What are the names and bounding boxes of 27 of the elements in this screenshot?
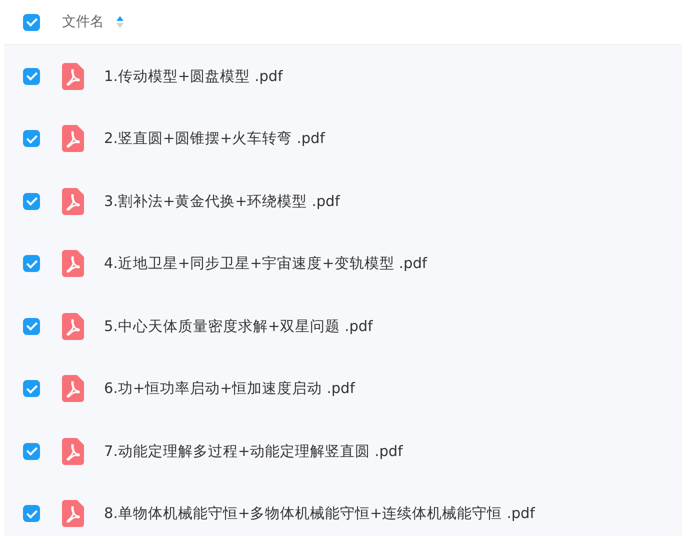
pdf-file-icon	[62, 500, 84, 528]
checkbox[interactable]	[23, 255, 40, 272]
checkbox[interactable]	[23, 14, 40, 30]
checkbox[interactable]	[23, 130, 40, 148]
checkbox[interactable]	[23, 505, 40, 522]
pdf-file-icon	[62, 312, 84, 340]
column-header[interactable]: 文件名	[62, 13, 104, 31]
file-name[interactable]: 6.功+恒功率启动+恒加速度启动 .pdf	[104, 379, 355, 398]
file-name[interactable]: 7.动能定理解多过程+动能定理解竖直圆 .pdf	[104, 442, 403, 461]
file-name[interactable]: 3.割补法+黄金代换+环绕模型 .pdf	[104, 192, 340, 211]
checkbox[interactable]	[23, 380, 40, 398]
pdf-file-icon	[62, 62, 84, 90]
file-name[interactable]: 1.传动模型+圆盘模型 .pdf	[104, 66, 283, 86]
pdf-file-icon	[62, 375, 84, 402]
file-name[interactable]: 2.竖直圆+圆锥摆+火车转弯 .pdf	[104, 129, 325, 148]
file-name[interactable]: 8.单物体机械能守恒+多物体机械能守恒+连续体机械能守恒 .pdf	[104, 504, 535, 524]
pdf-file-icon	[62, 250, 84, 278]
pdf-file-icon	[62, 438, 84, 465]
pdf-file-icon	[62, 188, 84, 215]
checkbox[interactable]	[23, 192, 40, 210]
checkbox[interactable]	[23, 318, 40, 335]
pdf-file-icon	[62, 125, 84, 152]
checkbox[interactable]	[23, 442, 40, 460]
checkbox[interactable]	[23, 68, 40, 85]
file-name[interactable]: 5.中心天体质量密度求解+双星问题 .pdf	[104, 316, 373, 336]
sort-icon[interactable]	[116, 15, 124, 29]
file-name[interactable]: 4.近地卫星+同步卫星+宇宙速度+变轨模型 .pdf	[104, 254, 428, 274]
